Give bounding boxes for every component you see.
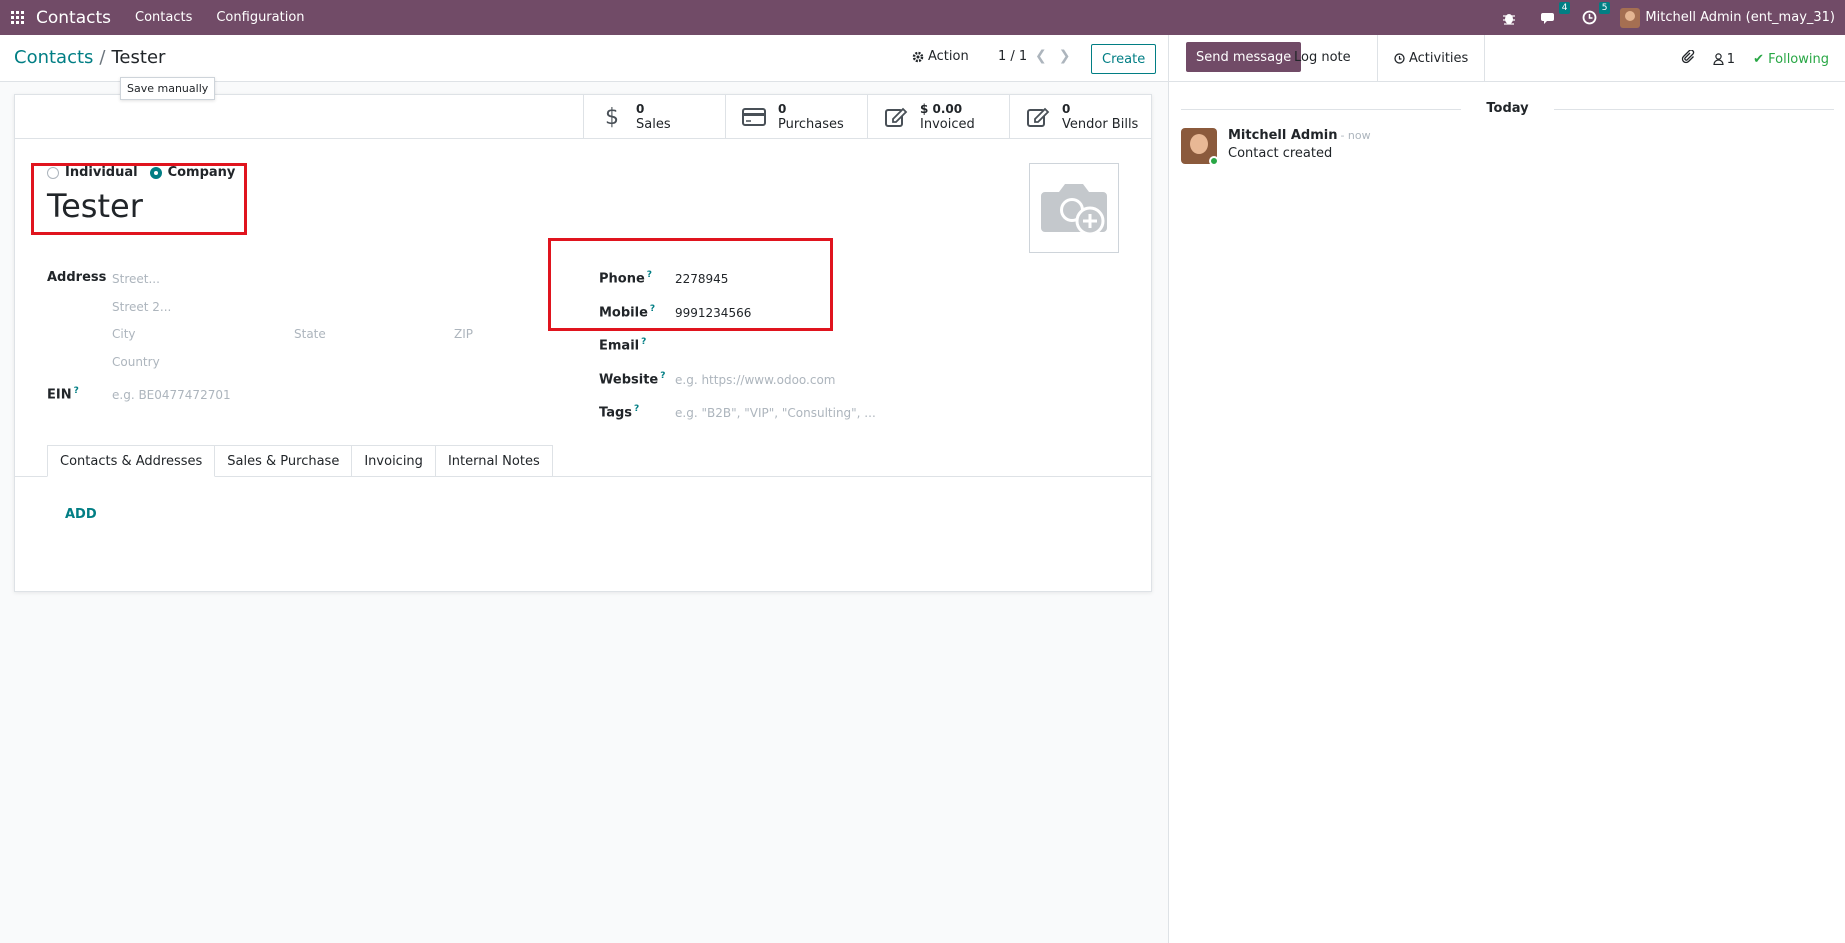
zip-input[interactable]: ZIP xyxy=(454,327,473,341)
smart-buttons: $ 0 Sales 0 Purchases $ 0.00 Invoiced 0 Vend… xyxy=(15,95,1151,139)
photo-upload[interactable] xyxy=(1029,163,1119,253)
sales-label: Sales xyxy=(636,117,671,132)
invoiced-stat-button[interactable]: $ 0.00 Invoiced xyxy=(867,95,1009,139)
debug-icon[interactable] xyxy=(1500,9,1518,27)
breadcrumb-separator: / xyxy=(99,47,106,68)
vendor-bills-value: 0 xyxy=(1062,102,1071,116)
user-avatar xyxy=(1620,7,1641,28)
purchases-value: 0 xyxy=(778,102,787,116)
ein-input[interactable]: e.g. BE0477472701 xyxy=(112,388,231,402)
user-menu[interactable]: Mitchell Admin (ent_may_31) xyxy=(1620,7,1835,28)
highlight-box-phone xyxy=(548,238,833,331)
dollar-icon: $ xyxy=(605,104,619,130)
tags-label: Tags? xyxy=(599,404,640,421)
log-note-button[interactable]: Log note xyxy=(1284,42,1361,72)
chatter-topbar: Send message Log note Activities 1 ✔ Fol… xyxy=(1169,35,1845,82)
invoiced-label: Invoiced xyxy=(920,117,975,132)
app-name[interactable]: Contacts xyxy=(36,8,111,28)
user-name: Mitchell Admin (ent_may_31) xyxy=(1645,10,1835,25)
tags-help-icon[interactable]: ? xyxy=(634,404,639,414)
notebook-tabs: Contacts & Addresses Sales & Purchase In… xyxy=(47,445,553,477)
edit-icon xyxy=(882,106,910,128)
following-button[interactable]: ✔ Following xyxy=(1753,52,1829,67)
vendor-bills-stat-button[interactable]: 0 Vendor Bills xyxy=(1009,95,1151,139)
website-help-icon[interactable]: ? xyxy=(660,371,665,381)
save-manually-tooltip: Save manually xyxy=(120,77,216,100)
pager-next-icon[interactable]: ❯ xyxy=(1059,48,1071,64)
ein-label: EIN? xyxy=(47,386,79,403)
invoiced-value: $ 0.00 xyxy=(920,102,963,116)
followers-count: 1 xyxy=(1726,51,1736,67)
action-button[interactable]: Action xyxy=(912,49,969,64)
street2-input[interactable]: Street 2... xyxy=(112,300,171,314)
street-input[interactable]: Street... xyxy=(112,272,160,286)
activities-badge: 5 xyxy=(1598,1,1611,14)
attachment-paperclip-icon[interactable] xyxy=(1681,49,1695,68)
website-label: Website? xyxy=(599,371,666,388)
email-help-icon[interactable]: ? xyxy=(641,337,646,347)
messages-icon[interactable]: 4 xyxy=(1540,1,1571,27)
clock-icon xyxy=(1394,53,1405,64)
breadcrumb: Contacts / Tester xyxy=(14,47,165,68)
tab-contacts-addresses[interactable]: Contacts & Addresses xyxy=(47,445,216,477)
message-body: Contact created xyxy=(1228,146,1333,161)
pager-value[interactable]: 1 / 1 xyxy=(998,49,1027,64)
chatter-message: Mitchell Admin - now Contact created xyxy=(1181,128,1371,166)
author-avatar[interactable] xyxy=(1181,128,1219,166)
purchases-stat-button[interactable]: 0 Purchases xyxy=(725,95,867,139)
pager-previous-icon[interactable]: ❮ xyxy=(1035,48,1047,64)
email-input[interactable] xyxy=(675,339,875,355)
activities-button[interactable]: Activities xyxy=(1377,35,1486,82)
tab-sales-purchase[interactable]: Sales & Purchase xyxy=(215,445,353,477)
message-date: - now xyxy=(1340,129,1371,142)
messages-badge: 4 xyxy=(1558,1,1571,14)
city-input[interactable]: City xyxy=(112,327,136,341)
tags-input[interactable]: e.g. "B2B", "VIP", "Consulting", ... xyxy=(675,406,876,420)
followers-button[interactable]: 1 xyxy=(1713,52,1735,67)
edit-icon xyxy=(1024,106,1052,128)
address-label: Address xyxy=(47,270,107,285)
top-navbar: Contacts Contacts Configuration 4 5 Mitc… xyxy=(0,0,1845,35)
online-status-icon xyxy=(1209,156,1219,166)
website-input[interactable]: e.g. https://www.odoo.com xyxy=(675,373,836,387)
breadcrumb-current: Tester xyxy=(111,47,166,68)
sales-value: 0 xyxy=(636,102,645,116)
message-author[interactable]: Mitchell Admin xyxy=(1228,128,1337,143)
breadcrumb-contacts[interactable]: Contacts xyxy=(14,47,93,68)
action-label: Action xyxy=(928,49,969,64)
activities-clock-icon[interactable]: 5 xyxy=(1580,1,1611,27)
create-button[interactable]: Create xyxy=(1091,44,1157,74)
menu-contacts[interactable]: Contacts xyxy=(135,10,192,25)
following-label: Following xyxy=(1768,51,1829,67)
tab-internal-notes[interactable]: Internal Notes xyxy=(435,445,553,477)
camera-add-icon xyxy=(1041,184,1107,236)
date-separator: Today xyxy=(1169,101,1845,116)
apps-menu-icon[interactable] xyxy=(0,0,34,35)
sales-stat-button[interactable]: $ 0 Sales xyxy=(583,95,725,139)
purchases-label: Purchases xyxy=(778,117,844,132)
add-contact-link[interactable]: ADD xyxy=(65,507,97,522)
chatter-panel: Send message Log note Activities 1 ✔ Fol… xyxy=(1168,35,1845,943)
tab-invoicing[interactable]: Invoicing xyxy=(352,445,436,477)
email-label: Email? xyxy=(599,337,647,354)
gear-icon xyxy=(912,51,924,62)
check-icon: ✔ xyxy=(1753,51,1764,67)
menu-configuration[interactable]: Configuration xyxy=(216,10,304,25)
country-select[interactable]: Country xyxy=(112,355,160,369)
form-sheet: $ 0 Sales 0 Purchases $ 0.00 Invoiced 0 Vend… xyxy=(14,94,1152,592)
ein-help-icon[interactable]: ? xyxy=(74,386,79,396)
state-select[interactable]: State xyxy=(294,327,326,341)
highlight-box-name xyxy=(31,163,247,235)
vendor-bills-label: Vendor Bills xyxy=(1062,117,1139,132)
user-icon xyxy=(1713,53,1724,65)
credit-card-icon xyxy=(740,108,768,126)
control-panel: Contacts / Tester Save manually Action 1 /… xyxy=(0,35,1168,100)
activities-label: Activities xyxy=(1409,51,1469,66)
